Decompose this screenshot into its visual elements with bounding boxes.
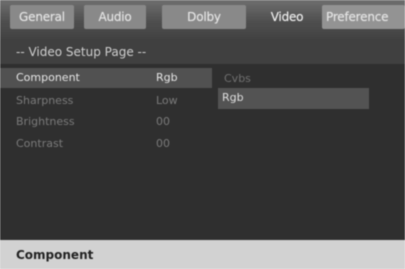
setting-row-sharpness[interactable]: Sharpness Low bbox=[0, 91, 212, 111]
setting-row-contrast[interactable]: Contrast 00 bbox=[0, 134, 212, 154]
settings-panel: Component Rgb Sharpness Low Brightness 0… bbox=[0, 64, 405, 240]
video-setup-screen: General Audio Dolby Video Preference -- … bbox=[0, 0, 405, 269]
status-text: Component bbox=[16, 248, 94, 262]
tab-audio[interactable]: Audio bbox=[84, 5, 146, 29]
setting-value: Rgb bbox=[156, 71, 178, 84]
page-title: -- Video Setup Page -- bbox=[16, 45, 147, 59]
settings-list: Component Rgb Sharpness Low Brightness 0… bbox=[0, 64, 212, 240]
setting-value: Low bbox=[156, 94, 178, 107]
tab-video[interactable]: Video bbox=[256, 5, 318, 29]
setting-value: 00 bbox=[156, 137, 170, 150]
setting-label: Contrast bbox=[16, 137, 64, 150]
setting-row-component[interactable]: Component Rgb bbox=[0, 68, 212, 88]
tab-preference[interactable]: Preference bbox=[322, 5, 405, 29]
tab-dolby[interactable]: Dolby bbox=[162, 5, 246, 29]
status-bar: Component bbox=[0, 240, 405, 269]
setting-label: Component bbox=[16, 71, 80, 84]
setting-row-brightness[interactable]: Brightness 00 bbox=[0, 112, 212, 132]
setting-value: 00 bbox=[156, 115, 170, 128]
component-option-cvbs[interactable]: Cvbs bbox=[224, 69, 251, 89]
menu-tab-bar: General Audio Dolby Video Preference bbox=[0, 0, 405, 40]
component-option-rgb[interactable]: Rgb bbox=[218, 88, 369, 109]
tab-general[interactable]: General bbox=[10, 5, 74, 29]
setting-label: Sharpness bbox=[16, 94, 74, 107]
setting-label: Brightness bbox=[16, 115, 75, 128]
page-title-band: -- Video Setup Page -- bbox=[0, 40, 405, 64]
